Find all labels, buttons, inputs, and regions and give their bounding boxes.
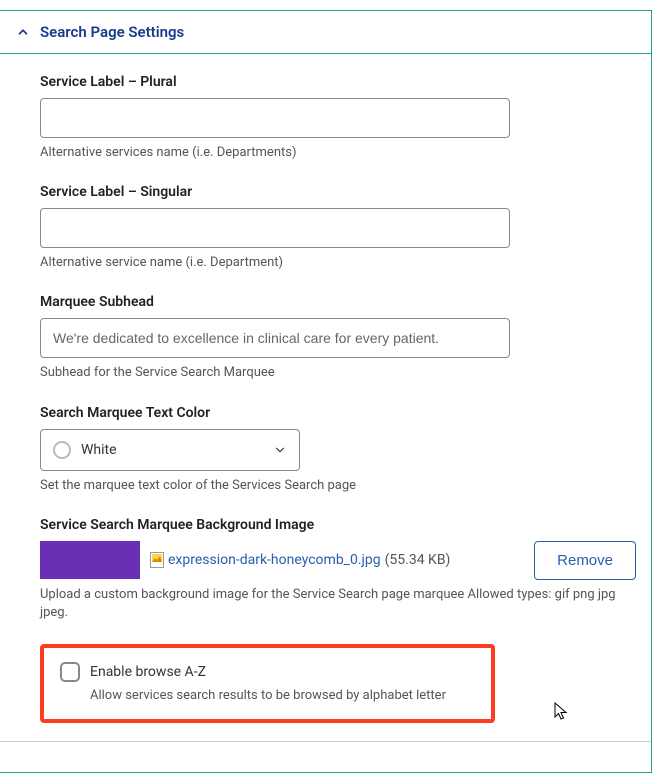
field-text-color: Search Marquee Text Color White Set the … xyxy=(40,405,636,495)
help-textcolor: Set the marquee text color of the Servic… xyxy=(40,477,636,495)
field-service-label-singular: Service Label – Singular Alternative ser… xyxy=(40,184,636,272)
remove-button[interactable]: Remove xyxy=(534,541,636,580)
panel-header[interactable]: Search Page Settings xyxy=(0,11,651,54)
label-plural: Service Label – Plural xyxy=(40,74,636,90)
file-link[interactable]: expression-dark-honeycomb_0.jpg xyxy=(168,552,381,568)
help-singular: Alternative service name (i.e. Departmen… xyxy=(40,254,636,272)
field-marquee-subhead: Marquee Subhead Subhead for the Service … xyxy=(40,294,636,382)
label-subhead: Marquee Subhead xyxy=(40,294,636,310)
highlight-enable-browse: Enable browse A-Z Allow services search … xyxy=(40,644,495,723)
field-service-label-plural: Service Label – Plural Alternative servi… xyxy=(40,74,636,162)
field-bg-image: Service Search Marquee Background Image … xyxy=(40,517,636,622)
color-swatch-icon xyxy=(53,441,71,459)
chevron-up-icon xyxy=(16,25,30,39)
help-enable-browse: Allow services search results to be brow… xyxy=(90,688,475,703)
help-subhead: Subhead for the Service Search Marquee xyxy=(40,364,636,382)
panel-body: Service Label – Plural Alternative servi… xyxy=(0,54,651,772)
label-bgimage: Service Search Marquee Background Image xyxy=(40,517,636,533)
file-size: (55.34 KB) xyxy=(385,552,451,568)
settings-panel: Search Page Settings Service Label – Plu… xyxy=(0,10,652,773)
select-textcolor[interactable]: White xyxy=(40,429,300,471)
label-textcolor: Search Marquee Text Color xyxy=(40,405,636,421)
select-textcolor-value: White xyxy=(81,442,273,458)
divider xyxy=(0,741,651,742)
help-plural: Alternative services name (i.e. Departme… xyxy=(40,144,636,162)
image-file-icon xyxy=(150,552,164,568)
help-bgimage: Upload a custom background image for the… xyxy=(40,586,636,622)
checkbox-enable-browse[interactable] xyxy=(60,662,80,682)
chevron-down-icon xyxy=(273,443,287,457)
image-thumbnail xyxy=(40,541,140,579)
panel-title: Search Page Settings xyxy=(40,23,184,41)
input-singular[interactable] xyxy=(40,208,510,248)
label-singular: Service Label – Singular xyxy=(40,184,636,200)
input-plural[interactable] xyxy=(40,98,510,138)
input-subhead[interactable] xyxy=(40,318,510,358)
label-enable-browse: Enable browse A-Z xyxy=(90,664,206,680)
